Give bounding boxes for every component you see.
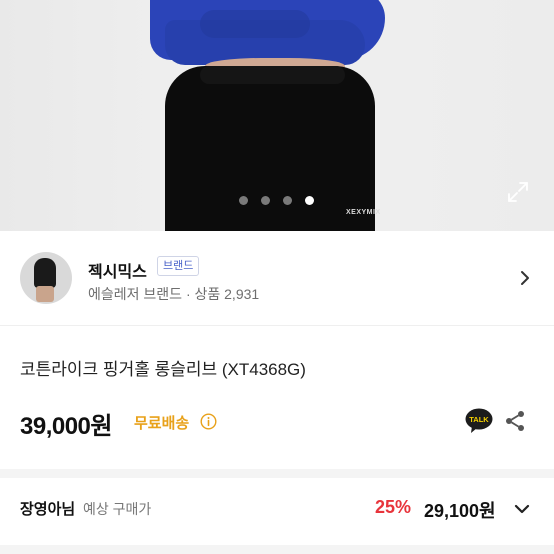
product-title: 코튼라이크 핑거홀 롱슬리브 (XT4368G) xyxy=(20,360,306,379)
carousel-indicators xyxy=(239,196,314,205)
avatar-figure-legs xyxy=(36,286,54,302)
product-photo-shadow xyxy=(200,10,310,38)
kakaotalk-icon[interactable]: TALK xyxy=(465,408,493,434)
chevron-down-icon[interactable] xyxy=(512,499,532,519)
chevron-right-icon[interactable] xyxy=(516,269,534,287)
brand-badge: 브랜드 xyxy=(157,256,200,276)
carousel-dot[interactable] xyxy=(261,196,270,205)
share-icon[interactable] xyxy=(503,409,527,433)
brand-subtitle: 에슬레저 브랜드 · 상품 2,931 xyxy=(88,286,260,302)
product-photo-skirt xyxy=(165,66,375,231)
carousel-dot-active[interactable] xyxy=(305,196,314,205)
divider xyxy=(0,325,554,326)
info-icon[interactable] xyxy=(200,413,217,430)
avatar-figure xyxy=(34,258,56,288)
product-price: 39,000원 xyxy=(20,413,113,440)
expected-price-label: 예상 구매가 xyxy=(83,501,152,517)
product-image-carousel[interactable]: XEXYMIX xyxy=(0,0,554,231)
section-separator xyxy=(0,469,554,478)
section-separator-bottom xyxy=(0,545,554,554)
carousel-dot[interactable] xyxy=(283,196,292,205)
shipping-label: 무료배송 xyxy=(134,415,190,432)
discount-rate: 25% xyxy=(375,497,412,517)
product-photo-waistband xyxy=(200,66,345,84)
brand-row[interactable]: 젝시믹스 브랜드 에슬레저 브랜드 · 상품 2,931 xyxy=(0,231,554,325)
product-photo-watermark: XEXYMIX xyxy=(346,209,381,216)
brand-avatar[interactable] xyxy=(20,252,72,304)
discounted-price: 29,100원 xyxy=(424,501,496,521)
expand-icon[interactable] xyxy=(507,181,529,203)
member-name: 장영아님 xyxy=(20,501,76,518)
carousel-dot[interactable] xyxy=(239,196,248,205)
svg-text:TALK: TALK xyxy=(469,415,489,424)
brand-name[interactable]: 젝시믹스 xyxy=(88,258,147,282)
